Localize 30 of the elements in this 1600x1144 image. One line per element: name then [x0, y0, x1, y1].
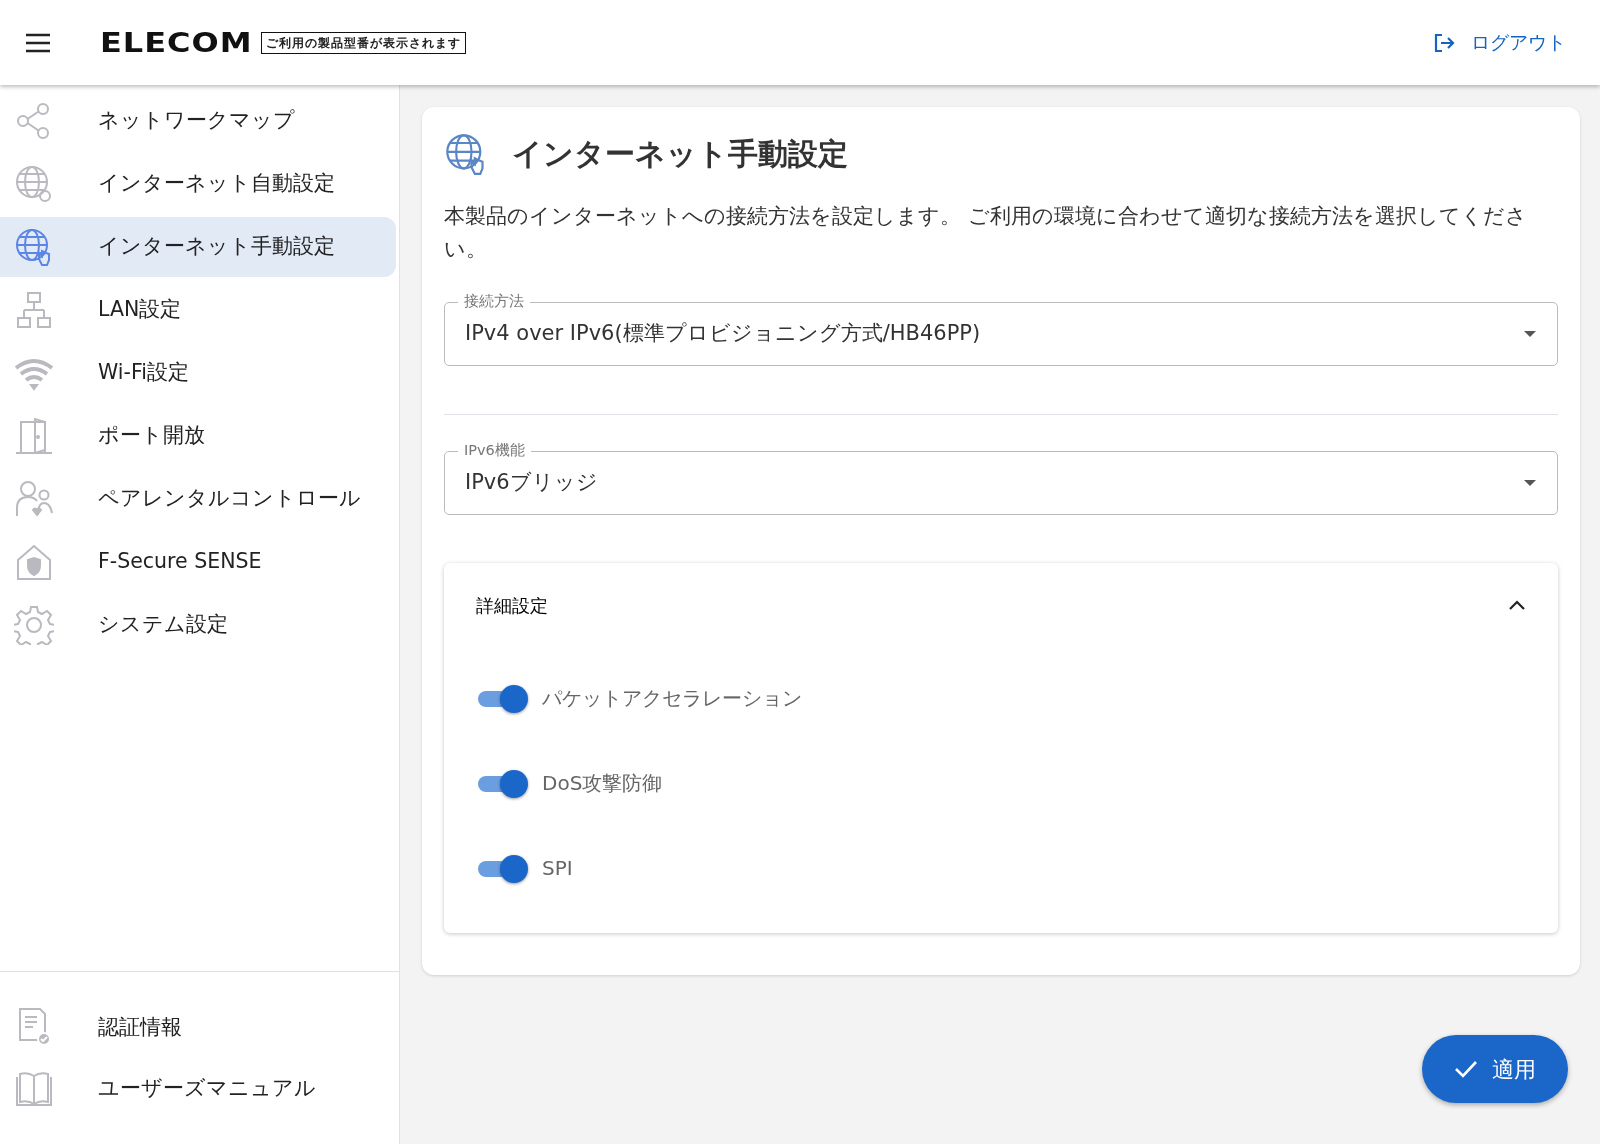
family-icon [14, 478, 54, 519]
sidebar-item[interactable]: F-Secure SENSE [0, 531, 396, 592]
sidebar-item[interactable]: インターネット手動設定 [0, 216, 396, 277]
sidebar-item[interactable]: システム設定 [0, 594, 396, 655]
dropdown-caret-icon [1523, 478, 1537, 487]
toggle-label: パケットアクセラレーション [542, 685, 802, 713]
toggle-label: SPI [542, 855, 573, 883]
page-title: インターネット手動設定 [512, 135, 848, 173]
sidebar-item[interactable]: ペアレンタルコントロール [0, 468, 396, 529]
sidebar-item[interactable]: Wi-Fi設定 [0, 342, 396, 403]
logout-button[interactable]: ログアウト [1427, 27, 1572, 58]
globe-icon [14, 163, 54, 204]
apply-button[interactable]: 適用 [1422, 1035, 1568, 1103]
page-description: 本製品のインターネットへの接続方法を設定します。 ご利用の環境に合わせて適切な接続方法を選択してください。 [444, 203, 1528, 263]
sidebar-item[interactable]: 認証情報 [0, 997, 396, 1057]
logout-icon [1433, 31, 1455, 54]
brand-logo: ELECOM [100, 25, 253, 61]
dropdown-caret-icon [1523, 329, 1537, 338]
sidebar-item[interactable]: ポート開放 [0, 405, 396, 466]
model-label: ご利用の製品型番が表示されます [260, 31, 466, 54]
sidebar-item[interactable]: ネットワークマップ [0, 90, 396, 151]
sidebar-item[interactable]: LAN設定 [0, 279, 396, 340]
door-icon [14, 415, 54, 456]
toggle-label: DoS攻撃防御 [542, 770, 663, 798]
network-icon [14, 289, 54, 330]
gear-icon [14, 604, 54, 645]
check-icon [1454, 1060, 1478, 1078]
advanced-settings-header[interactable]: 詳細設定 [476, 562, 1526, 648]
sidebar-item[interactable]: ユーザーズマニュアル [0, 1058, 396, 1119]
sidebar-item[interactable]: インターネット自動設定 [0, 153, 396, 214]
